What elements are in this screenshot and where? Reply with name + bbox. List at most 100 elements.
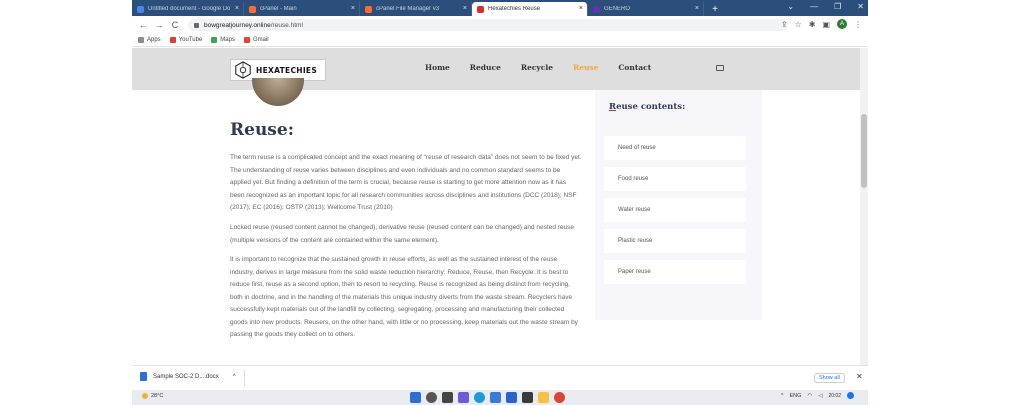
restore-button[interactable]: ❐: [834, 2, 841, 11]
file-explorer-icon[interactable]: [538, 392, 549, 403]
chrome-icon[interactable]: [554, 392, 565, 403]
sidebar-link[interactable]: Paper reuse: [604, 260, 746, 284]
tab-close-icon[interactable]: ×: [351, 5, 355, 12]
chat-icon[interactable]: [458, 392, 469, 403]
weather-sun-icon: [142, 393, 148, 399]
bookmark-label: Maps: [220, 37, 235, 43]
tab-favicon: [593, 5, 600, 13]
url-input[interactable]: bowgreatjourney.online /reuse.html: [188, 19, 788, 31]
edge-icon[interactable]: [474, 392, 485, 403]
back-button[interactable]: ←: [138, 20, 148, 30]
downloads-close-button[interactable]: ✕: [856, 372, 863, 381]
bookmark-youtube[interactable]: YouTube: [169, 37, 203, 43]
url-path: /reuse.html: [270, 21, 303, 29]
new-tab-button[interactable]: +: [708, 4, 722, 16]
nav-link-home[interactable]: Home: [425, 63, 450, 72]
clock[interactable]: 20:02: [828, 393, 841, 399]
system-tray: ^ ENG ◠ ◁ 20:02: [781, 392, 854, 399]
menu-icon[interactable]: ⋮: [854, 20, 862, 29]
scrollbar-thumb[interactable]: [861, 114, 867, 188]
bookmark-apps[interactable]: Apps: [138, 37, 161, 43]
tab-close-icon[interactable]: ×: [579, 5, 583, 12]
page-title: Reuse:: [230, 120, 294, 140]
sidebar-link[interactable]: Plastic reuse: [604, 229, 746, 253]
cart-icon[interactable]: [716, 65, 724, 71]
bookmark-icon: [243, 37, 250, 43]
lock-icon: [194, 22, 199, 28]
sidebar-link[interactable]: Food reuse: [604, 167, 746, 191]
bookmark-star-icon[interactable]: ☆: [795, 20, 802, 29]
nav-link-contact[interactable]: Contact: [618, 63, 651, 72]
sidebar-title-rest: euse contents:: [616, 102, 686, 112]
clock-time: 20:02: [828, 392, 841, 399]
url-host: bowgreatjourney.online: [204, 21, 271, 29]
tab-favicon: [249, 5, 256, 13]
download-filename: Sample SOC-2 D....docx: [153, 373, 219, 380]
bookmark-label: Apps: [147, 37, 161, 43]
tab-favicon: [477, 5, 484, 13]
os-taskbar: 28°C ^ ENG ◠ ◁ 20:02: [132, 390, 868, 405]
extensions-icon[interactable]: ✱: [809, 20, 816, 29]
tab-search-icon[interactable]: ⌄: [787, 2, 794, 11]
tab-close-icon[interactable]: ×: [463, 5, 467, 12]
page-scrollbar[interactable]: [860, 48, 868, 365]
bookmark-gmail[interactable]: Gmail: [243, 37, 269, 43]
minimize-button[interactable]: —: [810, 2, 818, 11]
nav-link-recycle[interactable]: Recycle: [521, 63, 553, 72]
forward-button[interactable]: →: [154, 20, 164, 30]
address-bar: ← → C bowgreatjourney.online /reuse.html…: [132, 16, 868, 34]
bookmark-label: YouTube: [178, 37, 203, 43]
bookmark-icon: [211, 37, 218, 43]
browser-tab[interactable]: cPanel - Main ×: [244, 2, 360, 16]
bookmark-maps[interactable]: Maps: [211, 37, 235, 43]
browser-tab[interactable]: Hexatechies Reuse ×: [472, 2, 588, 16]
store-icon[interactable]: [490, 392, 501, 403]
weather-temp: 28°C: [151, 393, 164, 399]
sidebar-link[interactable]: Need of reuse: [604, 136, 746, 160]
task-view-icon[interactable]: [442, 392, 453, 403]
site-header: HEXATECHIES Home Reduce Recycle Reuse Contac…: [132, 48, 860, 90]
download-item[interactable]: Sample SOC-2 D....docx ^: [140, 372, 236, 381]
reload-button[interactable]: C: [170, 20, 180, 30]
browser-tab[interactable]: cPanel File Manager v3 ×: [360, 2, 472, 16]
word-doc-icon: [140, 372, 147, 381]
weather-widget[interactable]: 28°C: [142, 393, 163, 399]
paragraph-hierarchy: It is important to recognize that the su…: [230, 256, 578, 338]
sidebar-title: Reuse contents:: [609, 102, 685, 112]
bookmark-label: Gmail: [252, 37, 269, 43]
bookmark-icon: [138, 37, 144, 43]
reuse-hero-image: [252, 78, 304, 106]
paragraph-definition: The term reuse is a complicated concept …: [230, 154, 582, 211]
share-icon[interactable]: ⇪: [781, 20, 788, 29]
profile-avatar[interactable]: A: [837, 19, 847, 29]
photos-icon[interactable]: [522, 392, 533, 403]
side-panel-icon[interactable]: ▣: [822, 20, 830, 29]
mail-icon[interactable]: [506, 392, 517, 403]
bookmarks-bar: Apps YouTube Maps Gmail: [132, 34, 868, 47]
start-icon[interactable]: [410, 392, 421, 403]
wifi-icon[interactable]: ◠: [807, 393, 812, 399]
tab-close-icon[interactable]: ×: [235, 5, 239, 12]
close-window-button[interactable]: ✕: [857, 2, 864, 11]
download-options-caret[interactable]: ^: [233, 374, 236, 380]
tab-favicon: [365, 5, 372, 13]
nav-link-reuse[interactable]: Reuse: [573, 63, 598, 72]
tab-close-icon[interactable]: ×: [695, 5, 699, 12]
brand-name: HEXATECHIES: [256, 65, 318, 75]
nav-link-reduce[interactable]: Reduce: [470, 63, 501, 72]
hexagon-logo-icon: [235, 61, 251, 79]
tray-overflow-caret[interactable]: ^: [781, 393, 784, 399]
notification-icon[interactable]: [847, 392, 854, 399]
sidebar-link[interactable]: Water reuse: [604, 198, 746, 222]
show-all-button[interactable]: Show all: [814, 373, 845, 383]
browser-tab[interactable]: Untitled document - Google Do ×: [132, 2, 244, 16]
browser-tab[interactable]: GENERO ×: [588, 2, 704, 16]
bookmark-icon: [169, 37, 176, 43]
volume-icon[interactable]: ◁: [818, 393, 822, 399]
tab-label: Hexatechies Reuse: [488, 6, 541, 12]
tab-label: cPanel - Main: [260, 6, 297, 12]
downloads-bar: Sample SOC-2 D....docx ^ Show all ✕: [132, 365, 868, 390]
search-icon[interactable]: [426, 392, 437, 403]
paragraph-types: Locked reuse (reused content cannot be c…: [230, 224, 575, 244]
language-indicator[interactable]: ENG: [790, 393, 802, 399]
